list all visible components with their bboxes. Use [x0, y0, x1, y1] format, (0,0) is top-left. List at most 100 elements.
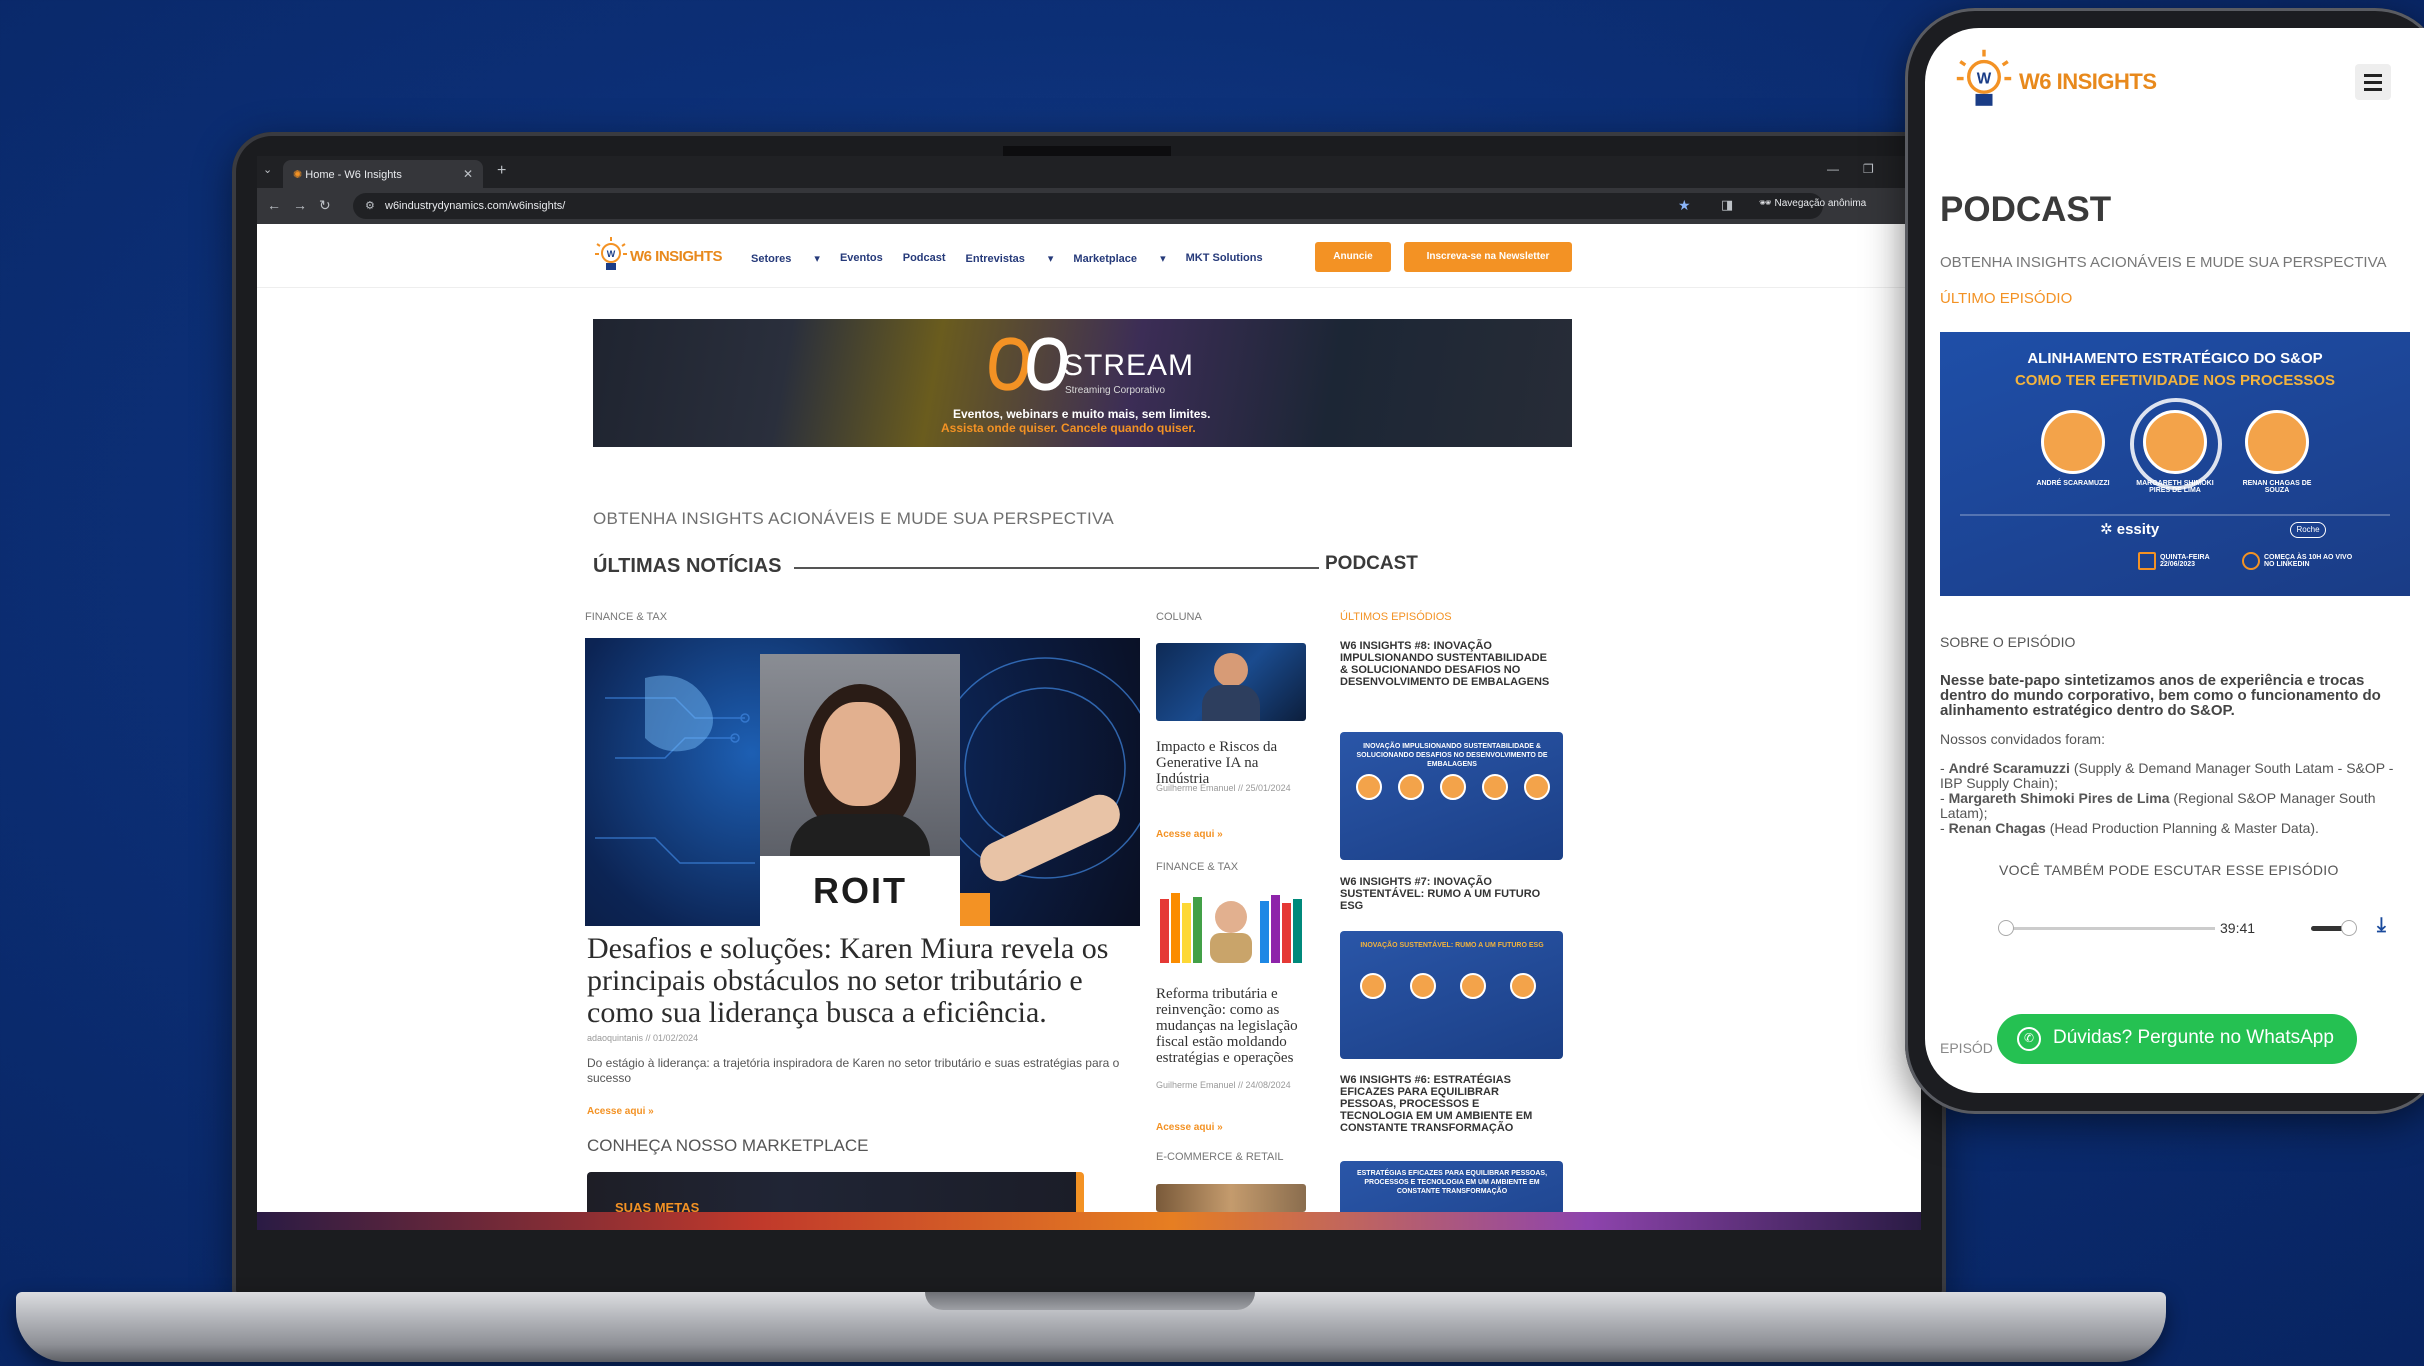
site-header: W W6 INSIGHTS Setores ▾ Eventos Podcast … — [257, 224, 1921, 288]
listen-label: VOCÊ TAMBÉM PODE ESCUTAR ESSE EPISÓDIO — [1999, 862, 2339, 878]
svg-text:W: W — [607, 249, 616, 259]
hero-image[interactable]: ROIT — [585, 638, 1140, 926]
episode-6-card[interactable]: ESTRATÉGIAS EFICAZES PARA EQUILIBRAR PES… — [1340, 1161, 1563, 1212]
forward-icon[interactable]: → — [293, 197, 307, 213]
hero-readmore-link[interactable]: Acesse aqui » — [587, 1106, 654, 1117]
episode-8-title[interactable]: W6 INSIGHTS #8: INOVAÇÃO IMPULSIONANDO S… — [1340, 640, 1555, 688]
episode-6-title[interactable]: W6 INSIGHTS #6: ESTRATÉGIAS EFICAZES PAR… — [1340, 1074, 1555, 1134]
reload-icon[interactable]: ↻ — [319, 197, 331, 214]
column-thumbnail[interactable] — [1156, 643, 1306, 721]
finance-title[interactable]: Reforma tributária e reinvenção: como as… — [1156, 986, 1306, 1066]
url-text: w6industrydynamics.com/w6insights/ — [385, 200, 566, 212]
nav-eventos[interactable]: Eventos — [840, 252, 883, 265]
latest-episode-label: ÚLTIMO EPISÓDIO — [1940, 290, 2073, 307]
portrait-clothes — [790, 814, 930, 856]
tab-search-icon[interactable]: ⌄ — [263, 163, 272, 176]
whatsapp-icon: ✆ — [2017, 1027, 2041, 1051]
phone-logo[interactable]: W W6 INSIGHTS — [1953, 48, 2157, 116]
new-tab-icon[interactable]: + — [497, 162, 506, 180]
pencils-icon — [1160, 893, 1302, 963]
back-icon[interactable]: ← — [267, 197, 281, 213]
episode-8-card[interactable]: INOVAÇÃO IMPULSIONANDO SUSTENTABILIDADE … — [1340, 732, 1563, 860]
about-text: Nesse bate-papo sintetizamos anos de exp… — [1940, 672, 2381, 719]
column-category[interactable]: COLUNA — [1156, 611, 1202, 623]
guest-list: - André Scaramuzzi (Supply & Demand Mana… — [1940, 761, 2415, 836]
volume-knob[interactable] — [2341, 920, 2357, 936]
calendar-icon — [2138, 552, 2156, 570]
laptop-groove — [925, 1292, 1255, 1310]
phone-screen: W W6 INSIGHTS PODCAST OBTENHA INSIGHTS A… — [1925, 28, 2424, 1093]
marketplace-card[interactable]: SUAS METAS — [587, 1172, 1084, 1212]
guest-avatar — [2245, 410, 2309, 474]
finance-readmore-link[interactable]: Acesse aqui » — [1156, 1122, 1223, 1133]
episode-7-title[interactable]: W6 INSIGHTS #7: INOVAÇÃO SUSTENTÁVEL: RU… — [1340, 876, 1555, 912]
hamburger-menu-icon[interactable] — [2355, 64, 2391, 100]
close-tab-icon[interactable]: ✕ — [463, 167, 473, 181]
latest-news-title: ÚLTIMAS NOTÍCIAS — [593, 555, 782, 577]
banner-line2: Assista onde quiser. Cancele quando quis… — [941, 421, 1196, 435]
episode-cover[interactable]: ALINHAMENTO ESTRATÉGICO DO S&OP COMO TER… — [1940, 332, 2410, 596]
podcast-title: PODCAST — [1325, 553, 1418, 574]
stream-banner[interactable]: STREAM Streaming Corporativo Eventos, we… — [593, 319, 1572, 447]
phone-heading: PODCAST — [1940, 190, 2112, 229]
episode-7-card-text: INOVAÇÃO SUSTENTÁVEL: RUMO A UM FUTURO E… — [1360, 942, 1544, 949]
episode-6-card-text: ESTRATÉGIAS EFICAZES PARA EQUILIBRAR PES… — [1356, 1170, 1548, 1195]
play-button-icon[interactable] — [2130, 398, 2222, 490]
favicon-icon: ✺ — [293, 169, 306, 181]
bulb-logo-icon: W — [1956, 49, 2012, 106]
column-readmore-link[interactable]: Acesse aqui » — [1156, 829, 1223, 840]
nav-podcast[interactable]: Podcast — [903, 252, 946, 265]
whatsapp-label: Dúvidas? Pergunte no WhatsApp — [2053, 1027, 2334, 1048]
guest-avatar — [1410, 973, 1436, 999]
guest-item: - André Scaramuzzi (Supply & Demand Mana… — [1940, 760, 2394, 791]
svg-text:W: W — [1977, 71, 1992, 88]
guest-avatar — [1398, 774, 1424, 800]
cover-divider — [1960, 514, 2390, 516]
finance-category[interactable]: FINANCE & TAX — [1156, 861, 1238, 873]
address-bar[interactable]: ⚙ w6industrydynamics.com/w6insights/ — [353, 193, 1823, 219]
hero-category[interactable]: FINANCE & TAX — [585, 611, 667, 623]
cover-guest-3: RENAN CHAGAS DE SOUZA — [2242, 480, 2312, 494]
nav-mkt-solutions[interactable]: MKT Solutions — [1186, 252, 1263, 265]
restore-icon[interactable]: ❐ — [1863, 162, 1874, 176]
ecommerce-thumbnail[interactable] — [1156, 1184, 1306, 1212]
audio-progress-bar[interactable] — [2005, 927, 2215, 930]
browser-toolbar: ← → ↻ ⚙ w6industrydynamics.com/w6insight… — [257, 188, 1921, 224]
incognito-indicator[interactable]: 🕶 Navegação anônima — [1759, 198, 1866, 209]
side-panel-icon[interactable]: ◨ — [1721, 197, 1733, 213]
audio-progress-knob[interactable] — [1998, 920, 2014, 936]
site-logo[interactable]: W W6 INSIGHTS — [594, 236, 723, 276]
laptop-screen: ⌄ ✺ Home - W6 Insights ✕ + — ❐ ← → ↻ ⚙ w… — [257, 156, 1921, 1212]
stream-logo-icon — [989, 337, 1068, 391]
nav-entrevistas[interactable]: Entrevistas ▾ — [966, 252, 1054, 265]
phone-logo-text: W6 INSIGHTS — [2019, 69, 2157, 94]
browser-tab[interactable]: ✺ Home - W6 Insights ✕ — [283, 160, 483, 188]
bookmark-star-icon[interactable]: ★ — [1678, 197, 1691, 214]
essity-logo: ✲ essity — [2100, 521, 2160, 538]
guest-avatar — [1510, 973, 1536, 999]
guest-avatar — [1440, 774, 1466, 800]
column-title[interactable]: Impacto e Riscos da Generative IA na Ind… — [1156, 739, 1306, 787]
guest-avatar — [2041, 410, 2105, 474]
anuncie-button[interactable]: Anuncie — [1315, 242, 1391, 272]
guest-avatar — [1482, 774, 1508, 800]
logo-text: W6 INSIGHTS — [630, 247, 723, 265]
nav-marketplace[interactable]: Marketplace ▾ — [1073, 252, 1165, 265]
ecommerce-category[interactable]: E-COMMERCE & RETAIL — [1156, 1151, 1284, 1163]
minimize-icon[interactable]: — — [1827, 162, 1839, 176]
cover-line1: ALINHAMENTO ESTRATÉGICO DO S&OP — [2027, 350, 2323, 367]
download-icon[interactable]: ⤓ — [2377, 914, 2386, 937]
guest-item: - Margareth Shimoki Pires de Lima (Regio… — [1940, 790, 2376, 821]
nav-setores[interactable]: Setores ▾ — [751, 252, 820, 265]
column-meta: Guilherme Emanuel // 25/01/2024 — [1156, 783, 1291, 793]
hero-title[interactable]: Desafios e soluções: Karen Miura revela … — [587, 933, 1147, 1029]
finance-thumbnail[interactable] — [1156, 889, 1306, 963]
incognito-icon: 🕶 — [1759, 198, 1775, 209]
clock-icon — [2242, 552, 2260, 570]
guest-avatar — [1360, 973, 1386, 999]
site-info-icon[interactable]: ⚙ — [365, 199, 375, 212]
whatsapp-button[interactable]: ✆ Dúvidas? Pergunte no WhatsApp — [1997, 1014, 2357, 1064]
newsletter-button[interactable]: Inscreva-se na Newsletter — [1404, 242, 1572, 272]
episode-7-card[interactable]: INOVAÇÃO SUSTENTÁVEL: RUMO A UM FUTURO E… — [1340, 931, 1563, 1059]
cover-date: QUINTA-FEIRA 22/06/2023 — [2160, 554, 2210, 568]
